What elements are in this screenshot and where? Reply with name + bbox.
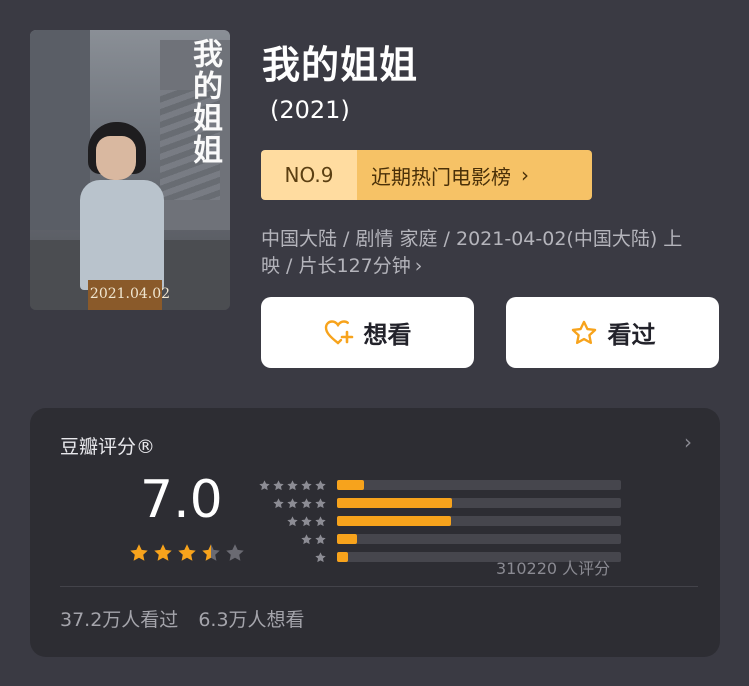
star-outline-icon [571, 320, 596, 344]
distribution-track [337, 480, 621, 490]
chevron-right-icon[interactable]: › [684, 430, 692, 454]
star-icon [301, 497, 312, 508]
star-icon [287, 515, 298, 526]
star-icon [130, 544, 148, 561]
distribution-bar [337, 534, 357, 544]
movie-info[interactable]: 中国大陆 / 剧情 家庭 / 2021-04-02(中国大陆) 上映 / 片长1… [261, 226, 701, 280]
rating-distribution [255, 476, 621, 566]
distribution-stars [255, 515, 327, 528]
star-icon [259, 479, 270, 490]
distribution-track [337, 534, 621, 544]
ranking-number: NO.9 [261, 150, 357, 200]
heart-plus-icon [324, 319, 353, 344]
poster-date: 2021.04.02 [89, 286, 171, 302]
movie-info-text: 中国大陆 / 剧情 家庭 / 2021-04-02(中国大陆) 上映 / 片长1… [261, 228, 683, 277]
want-to-watch-button[interactable]: 想看 [261, 297, 474, 368]
distribution-stars [255, 533, 327, 546]
distribution-stars [255, 497, 327, 510]
distribution-track [337, 498, 621, 508]
rating-stars [128, 542, 248, 564]
distribution-row [255, 494, 621, 512]
star-icon [226, 544, 244, 561]
watched-button[interactable]: 看过 [506, 297, 719, 368]
rating-score: 7.0 [140, 470, 223, 530]
star-icon [301, 479, 312, 490]
watched-count[interactable]: 37.2万人看过 [60, 609, 178, 631]
star-icon [287, 479, 298, 490]
distribution-bar [337, 516, 451, 526]
ranking-list[interactable]: 近期热门电影榜 › [357, 150, 592, 200]
star-icon [154, 544, 172, 561]
poster-title-art: 我的姐姐 [187, 38, 222, 166]
star-icon [273, 497, 284, 508]
star-icon [315, 533, 326, 544]
poster-person-face [96, 136, 136, 180]
star-icon [301, 533, 312, 544]
audience-stats: 37.2万人看过 6.3万人想看 [60, 605, 305, 632]
chevron-right-icon: › [521, 163, 529, 187]
distribution-row [255, 530, 621, 548]
rating-count: 310220 人评分 [496, 559, 611, 578]
wish-count[interactable]: 6.3万人想看 [198, 609, 304, 631]
distribution-row [255, 476, 621, 494]
distribution-bar [337, 552, 349, 562]
distribution-bar [337, 480, 364, 490]
star-icon [315, 479, 326, 490]
movie-year: (2021) [270, 96, 350, 124]
distribution-stars [255, 479, 327, 492]
watched-label: 看过 [607, 321, 656, 349]
distribution-bar [337, 498, 453, 508]
chevron-right-icon: › [414, 255, 423, 277]
star-icon [315, 515, 326, 526]
ranking-badge[interactable]: NO.9 近期热门电影榜 › [261, 150, 592, 200]
distribution-track [337, 516, 621, 526]
distribution-stars [255, 551, 327, 564]
star-icon [301, 515, 312, 526]
distribution-row [255, 512, 621, 530]
star-icon [202, 544, 220, 561]
poster-person-body [80, 180, 164, 290]
movie-poster[interactable]: 我的姐姐 2021.04.02 [30, 30, 230, 310]
star-icon [178, 544, 196, 561]
star-icon [273, 479, 284, 490]
rating-label: 豆瓣评分® [60, 436, 156, 458]
rating-card[interactable]: 豆瓣评分® › 7.0 310220 人评分 37.2万人看过 6.3万人想看 [30, 408, 720, 657]
star-icon [315, 551, 326, 562]
movie-title: 我的姐姐 [262, 43, 419, 87]
ranking-list-name: 近期热门电影榜 [371, 164, 511, 189]
star-icon [315, 497, 326, 508]
want-to-watch-label: 想看 [363, 321, 412, 349]
divider [60, 586, 698, 587]
star-icon [287, 497, 298, 508]
